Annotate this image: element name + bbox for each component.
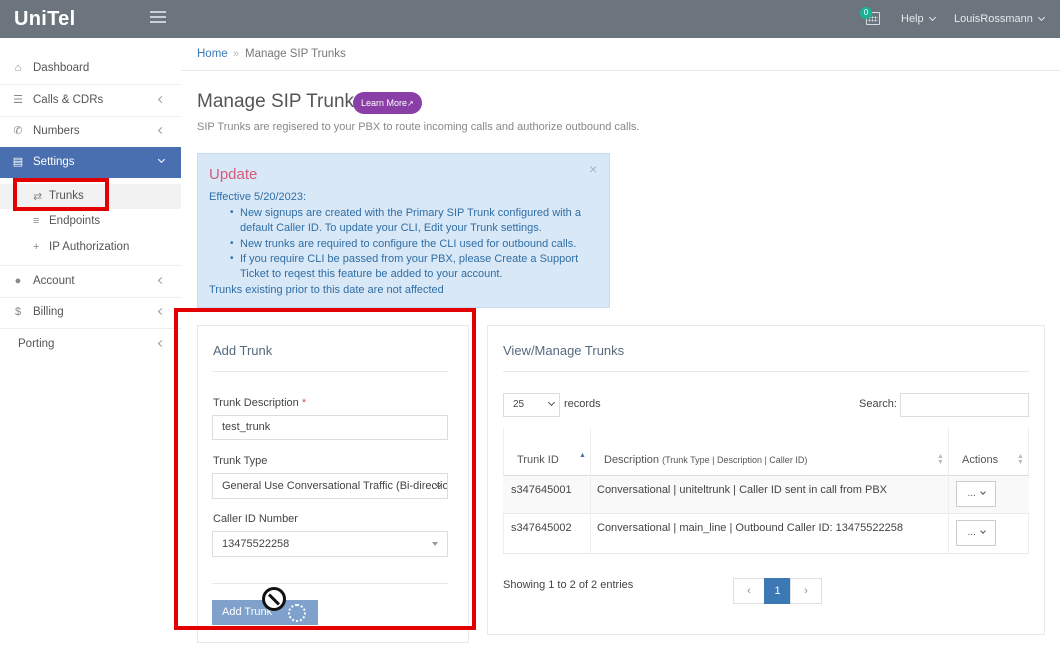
column-header-description-label: Description	[604, 454, 660, 466]
sidebar-item-label: Billing	[33, 306, 64, 318]
notification-badge: 0	[860, 7, 872, 19]
user-menu[interactable]: LouisRossmann	[954, 13, 1045, 25]
alert-bullet-3b: Ticket to reqest this feature be added t…	[240, 268, 503, 280]
chevron-left-icon	[157, 339, 166, 348]
alert-bullet-2: New trunks are required to configure the…	[240, 238, 577, 250]
alert-bullet-1b: default Caller ID. To update your CLI, E…	[240, 222, 542, 234]
breadcrumb: Home » Manage SIP Trunks	[181, 38, 1060, 71]
sort-icon: ▲ ▼	[937, 453, 944, 466]
page-description: SIP Trunks are regisered to your PBX to …	[197, 121, 640, 133]
sidebar-subitem-endpoints[interactable]: ≡ Endpoints	[0, 209, 181, 234]
sidebar-item-account[interactable]: ● Account	[0, 266, 181, 297]
trunk-id-cell: s347645002	[511, 522, 572, 534]
alert-title: Update	[209, 166, 258, 183]
alert-bullet-1a: New signups are created with the Primary…	[240, 207, 581, 219]
sidebar-item-label: Calls & CDRs	[33, 94, 104, 106]
learn-more-label: Learn More	[361, 98, 408, 108]
chevron-left-icon	[157, 95, 166, 104]
row-actions-label: ...	[967, 488, 976, 499]
chevron-left-icon	[157, 126, 166, 135]
manage-trunks-heading: View/Manage Trunks	[503, 343, 625, 358]
chevron-down-icon	[979, 528, 986, 534]
sidebar-item-dashboard[interactable]: ⌂ Dashboard	[0, 53, 181, 84]
trunk-description-cell: Conversational | uniteltrunk | Caller ID…	[597, 484, 888, 496]
bullet-icon: •	[230, 238, 234, 249]
chevron-down-icon	[979, 489, 986, 495]
sidebar-subitem-ip-authorization[interactable]: + IP Authorization	[0, 235, 181, 260]
column-header-trunk-id[interactable]: Trunk ID	[517, 454, 559, 466]
phone-icon: ✆	[13, 125, 23, 137]
column-header-description[interactable]: Description (Trunk Type | Description | …	[604, 454, 807, 466]
sidebar-item-label: Porting	[18, 338, 55, 350]
search-label: Search:	[859, 398, 897, 410]
highlight-box-trunks	[13, 178, 109, 211]
sidebar-item-label: Numbers	[33, 125, 80, 137]
breadcrumb-separator: »	[233, 48, 240, 60]
sidebar-subitem-label: IP Authorization	[49, 241, 130, 253]
chevron-down-icon	[157, 155, 166, 164]
top-navbar: UniTel 0 Help LouisRossmann	[0, 0, 1060, 38]
column-header-actions[interactable]: Actions	[962, 454, 998, 466]
row-actions-button[interactable]: ...	[956, 481, 996, 507]
sidebar-item-label: Account	[33, 275, 75, 287]
list-icon: ≡	[33, 215, 40, 227]
pagination-prev[interactable]: ‹	[733, 578, 765, 604]
plus-icon: +	[33, 241, 40, 253]
sidebar-item-billing[interactable]: $ Billing	[0, 297, 181, 328]
help-label: Help	[901, 13, 924, 25]
row-actions-button[interactable]: ...	[956, 520, 996, 546]
help-menu[interactable]: Help	[901, 13, 936, 25]
search-input[interactable]	[900, 393, 1029, 417]
sidebar-item-settings[interactable]: ▤ Settings	[0, 147, 181, 178]
row-actions-label: ...	[967, 527, 976, 538]
menu-toggle-icon[interactable]	[150, 11, 166, 23]
breadcrumb-current: Manage SIP Trunks	[245, 48, 346, 60]
chevron-left-icon	[157, 276, 166, 285]
column-header-description-sub: (Trunk Type | Description | Caller ID)	[662, 455, 808, 465]
breadcrumb-home-link[interactable]: Home	[197, 48, 228, 60]
alert-effective: Effective 5/20/2023:	[209, 191, 307, 203]
pagination-page-1[interactable]: 1	[764, 578, 791, 604]
bullet-icon: •	[230, 207, 234, 218]
sidebar-item-porting[interactable]: Porting	[0, 329, 181, 360]
user-icon: ●	[14, 275, 22, 287]
sort-asc-icon: ▲	[579, 452, 586, 459]
sidebar-item-numbers[interactable]: ✆ Numbers	[0, 116, 181, 147]
sort-icon: ▲ ▼	[1017, 453, 1024, 466]
alert-bullet-3a: If you require CLI be passed from your P…	[240, 253, 579, 265]
sidebar-item-calls[interactable]: ☰ Calls & CDRs	[0, 85, 181, 116]
sidebar-subitem-label: Endpoints	[49, 215, 101, 227]
sidebar-item-label: Settings	[33, 156, 75, 168]
close-icon[interactable]: ×	[589, 161, 597, 177]
user-label: LouisRossmann	[954, 13, 1033, 25]
chevron-down-icon	[1037, 13, 1045, 22]
sidebar-item-label: Dashboard	[33, 62, 90, 74]
page-title: Manage SIP Trunks	[197, 91, 364, 112]
records-label: records	[564, 398, 601, 410]
chevron-left-icon	[157, 307, 166, 316]
trunk-id-cell: s347645001	[511, 484, 572, 496]
server-icon: ▤	[12, 156, 24, 168]
dollar-icon: $	[14, 306, 22, 318]
alert-footer: Trunks existing prior to this date are n…	[209, 284, 444, 296]
home-icon: ⌂	[14, 62, 22, 74]
highlight-box-add-trunk	[174, 308, 476, 630]
sidebar: ⌂ Dashboard ☰ Calls & CDRs ✆ Numbers ▤ S…	[0, 38, 181, 645]
learn-more-button[interactable]: Learn More↗	[353, 92, 422, 114]
brand-logo[interactable]: UniTel	[14, 8, 75, 31]
trunk-description-cell: Conversational | main_line | Outbound Ca…	[597, 522, 903, 534]
list-icon: ☰	[13, 94, 23, 106]
bullet-icon: •	[230, 253, 234, 264]
update-alert: Update × Effective 5/20/2023: • New sign…	[197, 153, 610, 308]
external-link-icon: ↗	[407, 99, 414, 108]
table-summary: Showing 1 to 2 of 2 entries	[503, 579, 634, 591]
chevron-down-icon	[928, 13, 936, 22]
pagination-next[interactable]: ›	[790, 578, 822, 604]
